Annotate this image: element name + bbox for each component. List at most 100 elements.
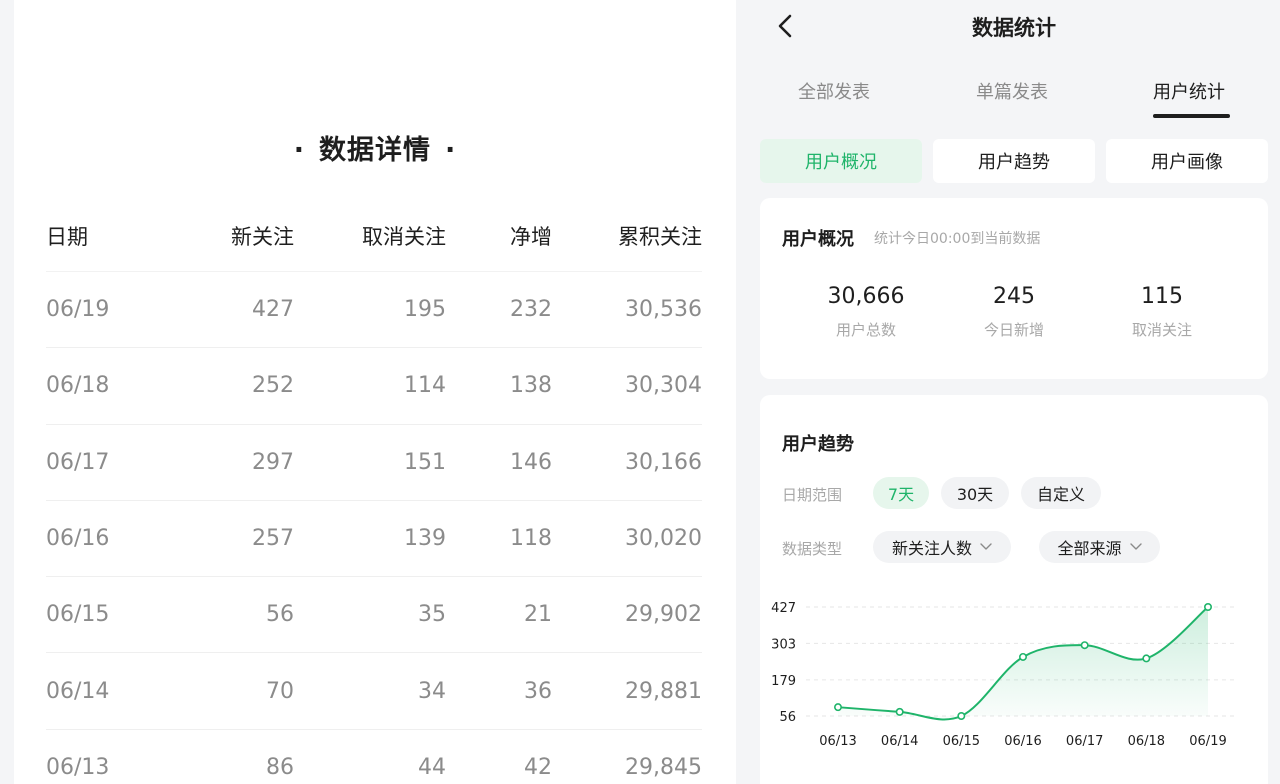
table-header-row: 日期 新关注 取消关注 净增 累积关注	[46, 200, 702, 272]
overview-card-title: 用户概况	[782, 229, 854, 250]
table-row: 06/19 427 195 232 30,536	[46, 272, 702, 349]
table-row: 06/15 56 35 21 29,902	[46, 577, 702, 654]
data-type-label: 数据类型	[782, 540, 843, 558]
cell-cumulative: 30,536	[625, 297, 702, 323]
cell-net-growth: 36	[524, 678, 552, 704]
trend-area-fill	[838, 607, 1208, 720]
title-dot-right: ·	[445, 135, 457, 166]
stat-total-users: 30,666 用户总数	[786, 284, 946, 340]
date-option-30d[interactable]: 30天	[941, 477, 1009, 509]
cell-new-follows: 257	[252, 526, 294, 552]
y-tick-label: 303	[771, 637, 796, 652]
subtab-user-trend[interactable]: 用户趋势	[933, 139, 1095, 183]
cell-new-follows: 252	[252, 373, 294, 399]
data-point	[1142, 654, 1151, 663]
cell-unfollows: 195	[404, 297, 446, 323]
cell-new-follows: 297	[252, 449, 294, 475]
data-point	[834, 703, 843, 712]
data-type-select[interactable]: 新关注人数	[873, 531, 1011, 563]
cell-cumulative: 29,902	[625, 602, 702, 628]
cell-unfollows: 34	[418, 678, 446, 704]
x-tick-label: 06/18	[1128, 734, 1165, 749]
cell-net-growth: 138	[510, 373, 552, 399]
data-type-value: 新关注人数	[891, 539, 972, 558]
x-tick-label: 06/19	[1189, 734, 1226, 749]
y-tick-label: 179	[771, 674, 796, 689]
date-option-custom[interactable]: 自定义	[1021, 477, 1101, 509]
cell-cumulative: 30,020	[625, 526, 702, 552]
cell-date: 06/13	[46, 754, 110, 780]
y-tick-label: 56	[779, 710, 796, 725]
table-row: 06/14 70 34 36 29,881	[46, 653, 702, 730]
cell-new-follows: 427	[252, 297, 294, 323]
column-header-unfollows: 取消关注	[362, 224, 446, 249]
cell-date: 06/19	[46, 297, 110, 323]
cell-cumulative: 29,845	[625, 754, 702, 780]
stat-unfollows: 115 取消关注	[1082, 284, 1242, 340]
x-tick-label: 06/14	[881, 734, 918, 749]
table-row: 06/16 257 139 118 30,020	[46, 501, 702, 578]
data-detail-title-text: 数据详情	[319, 135, 431, 166]
source-select[interactable]: 全部来源	[1039, 531, 1160, 563]
cell-unfollows: 139	[404, 526, 446, 552]
cell-unfollows: 114	[404, 373, 446, 399]
cell-cumulative: 29,881	[625, 678, 702, 704]
overview-hint: 统计今日00:00到当前数据	[874, 231, 1041, 247]
stat-label: 用户总数	[835, 321, 896, 339]
stats-panel: 数据统计 全部发表 单篇发表 用户统计 用户概况 用户趋势 用户画像 用户概况 …	[748, 0, 1280, 784]
subtab-user-overview[interactable]: 用户概况	[760, 139, 922, 183]
stat-value: 115	[1141, 284, 1183, 309]
data-detail-title: · 数据详情 ·	[14, 128, 736, 167]
column-header-net-growth: 净增	[510, 224, 552, 249]
chevron-down-icon	[1129, 543, 1142, 550]
cell-net-growth: 21	[524, 602, 552, 628]
data-point	[895, 707, 904, 716]
cell-net-growth: 146	[510, 449, 552, 475]
cell-date: 06/14	[46, 678, 110, 704]
nav-bar: 数据统计	[748, 0, 1280, 54]
tab-all-posts[interactable]: 全部发表	[798, 78, 870, 104]
date-range-label: 日期范围	[782, 486, 843, 504]
data-point	[957, 712, 966, 721]
subtab-user-profile[interactable]: 用户画像	[1106, 139, 1268, 183]
x-tick-label: 06/15	[943, 734, 980, 749]
cell-cumulative: 30,304	[625, 373, 702, 399]
cell-date: 06/16	[46, 526, 110, 552]
column-header-cumulative: 累积关注	[618, 224, 702, 249]
source-value: 全部来源	[1057, 539, 1122, 558]
column-header-new-follows: 新关注	[231, 224, 294, 249]
sub-tabs: 用户概况 用户趋势 用户画像	[760, 139, 1268, 183]
data-detail-panel: · 数据详情 · 日期 新关注 取消关注 净增 累积关注 06/19 427 195…	[14, 0, 736, 784]
main-tabs: 全部发表 单篇发表 用户统计	[748, 74, 1280, 120]
cell-unfollows: 44	[418, 754, 446, 780]
user-trend-card: 用户趋势 日期范围 7天 30天 自定义 数据类型 新关注人数 全部来源 56 …	[760, 395, 1268, 784]
stat-value: 245	[993, 284, 1035, 309]
stat-label: 取消关注	[1131, 321, 1192, 339]
chevron-down-icon	[980, 543, 992, 550]
data-point	[1203, 602, 1212, 611]
title-dot-left: ·	[293, 135, 305, 166]
cell-net-growth: 42	[524, 754, 552, 780]
cell-date: 06/18	[46, 373, 110, 399]
y-tick-label: 427	[771, 601, 796, 616]
cell-unfollows: 151	[404, 449, 446, 475]
stat-label: 今日新增	[983, 321, 1044, 339]
cell-new-follows: 70	[266, 678, 294, 704]
cell-new-follows: 86	[266, 754, 294, 780]
trend-card-title: 用户趋势	[782, 434, 854, 455]
tab-user-stats[interactable]: 用户统计	[1153, 78, 1225, 104]
x-tick-label: 06/16	[1004, 734, 1041, 749]
cell-date: 06/15	[46, 602, 110, 628]
date-option-7d[interactable]: 7天	[873, 477, 929, 509]
stat-value: 30,666	[827, 284, 905, 309]
x-tick-label: 06/13	[819, 734, 856, 749]
data-detail-table: 日期 新关注 取消关注 净增 累积关注 06/19 427 195 232 30…	[46, 200, 702, 784]
cell-unfollows: 35	[418, 602, 446, 628]
column-header-date: 日期	[46, 224, 88, 249]
user-trend-chart: 56 179 303 427 06/13 06/14 06/15 06/16 06/17 06/…	[771, 601, 1238, 749]
table-row: 06/18 252 114 138 30,304	[46, 348, 702, 425]
table-row: 06/17 297 151 146 30,166	[46, 425, 702, 501]
table-row: 06/13 86 44 42 29,845	[46, 730, 702, 784]
active-tab-indicator	[1153, 114, 1230, 118]
tab-single-post[interactable]: 单篇发表	[976, 78, 1048, 104]
